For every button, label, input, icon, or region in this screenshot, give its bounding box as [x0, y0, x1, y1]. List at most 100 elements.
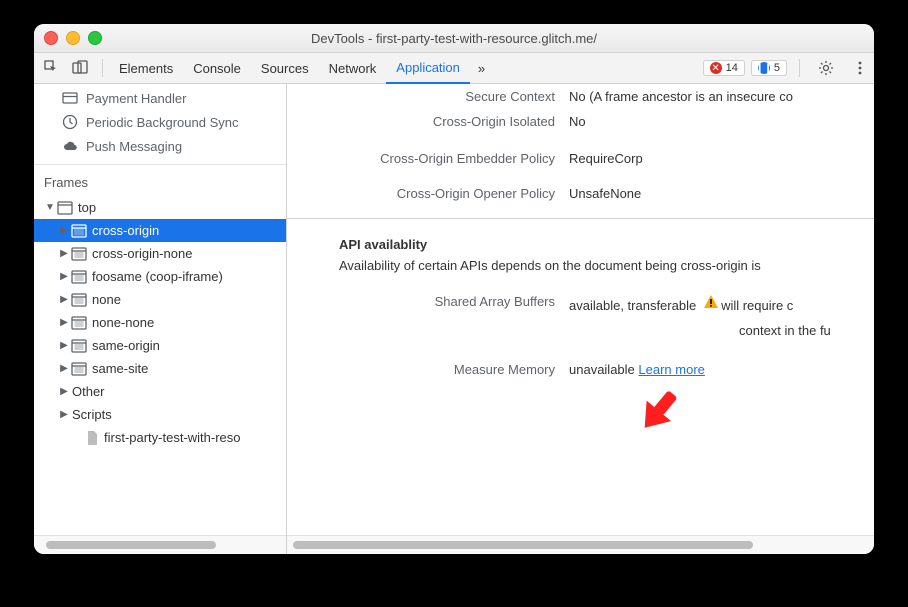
chevron-right-icon[interactable]: ▶ — [58, 340, 70, 351]
inspect-element-icon[interactable] — [40, 56, 64, 80]
kv-cross-origin-isolated: Cross-Origin Isolated No — [287, 109, 874, 134]
frames-heading: Frames — [34, 164, 286, 196]
main-scrollbar[interactable] — [287, 535, 874, 554]
toggle-device-icon[interactable] — [68, 56, 92, 80]
kv-value: unavailable Learn more — [569, 362, 874, 377]
message-icon: ❙❙ — [758, 62, 770, 74]
frame-icon — [72, 339, 86, 353]
messages-count: 5 — [774, 62, 780, 74]
sidebar-item-periodic-bg-sync[interactable]: Periodic Background Sync — [34, 110, 286, 134]
tree-label: same-origin — [92, 338, 160, 353]
kv-value: UnsafeNone — [569, 186, 874, 201]
chevron-right-icon[interactable]: ▶ — [58, 409, 70, 420]
kv-key: Cross-Origin Embedder Policy — [287, 151, 569, 166]
chevron-down-icon[interactable]: ▼ — [44, 202, 56, 213]
tree-label: cross-origin-none — [92, 246, 192, 261]
kv-value: No — [569, 114, 874, 129]
tab-console[interactable]: Console — [183, 53, 251, 83]
chevron-right-icon[interactable]: ▶ — [58, 317, 70, 328]
sidebar-item-label: Push Messaging — [86, 139, 182, 154]
api-section-desc: Availability of certain APIs depends on … — [287, 258, 874, 289]
tab-application[interactable]: Application — [386, 52, 470, 84]
sab-status: available, transferable — [569, 298, 696, 313]
tree-label: cross-origin — [92, 223, 159, 238]
sidebar-scrollbar[interactable] — [34, 535, 286, 554]
window-icon — [58, 201, 72, 215]
tab-elements[interactable]: Elements — [109, 53, 183, 83]
errors-count: 14 — [726, 62, 738, 74]
kv-key: Cross-Origin Isolated — [287, 114, 569, 129]
tree-label: same-site — [92, 361, 148, 376]
frame-icon — [72, 316, 86, 330]
settings-button[interactable] — [812, 60, 840, 76]
chevron-right-icon[interactable]: ▶ — [58, 271, 70, 282]
tree-label: top — [78, 200, 96, 215]
chevron-right-icon[interactable]: ▶ — [58, 294, 70, 305]
more-menu-button[interactable] — [846, 60, 874, 76]
tree-item-cross-origin[interactable]: ▶ cross-origin — [34, 219, 286, 242]
sidebar: Payment Handler Periodic Background Sync… — [34, 84, 287, 554]
warn-icon — [703, 294, 717, 308]
minimize-window-button[interactable] — [66, 31, 80, 45]
tab-sources[interactable]: Sources — [251, 53, 319, 83]
titlebar: DevTools - first-party-test-with-resourc… — [34, 24, 874, 53]
kv-value: RequireCorp — [569, 151, 874, 166]
tree-item-top[interactable]: ▼ top — [34, 196, 286, 219]
errors-badge[interactable]: ✕ 14 — [703, 60, 745, 76]
cloud-icon — [62, 138, 78, 154]
tree-item-same-origin[interactable]: ▶ same-origin — [34, 334, 286, 357]
messages-badge[interactable]: ❙❙ 5 — [751, 60, 787, 76]
tree-label: foosame (coop-iframe) — [92, 269, 223, 284]
kv-coop: Cross-Origin Opener Policy UnsafeNone — [287, 181, 874, 206]
chevron-right-icon[interactable]: ▶ — [58, 248, 70, 259]
frames-tree: ▼ top ▶ cross-origin ▶ cross-origin-none… — [34, 196, 286, 535]
tree-item-scripts[interactable]: ▶ Scripts — [34, 403, 286, 426]
sidebar-item-label: Payment Handler — [86, 91, 186, 106]
frame-icon — [72, 293, 86, 307]
kv-sab-continued: context in the fu — [287, 318, 874, 343]
kv-value: available, transferable will require c — [569, 294, 874, 313]
devtools-toolbar: Elements Console Sources Network Applica… — [34, 53, 874, 84]
kv-coep: Cross-Origin Embedder Policy RequireCorp — [287, 146, 874, 171]
close-window-button[interactable] — [44, 31, 58, 45]
devtools-window: DevTools - first-party-test-with-resourc… — [34, 24, 874, 554]
chevron-right-icon[interactable]: ▶ — [58, 225, 70, 236]
kv-measure-memory: Measure Memory unavailable Learn more — [287, 357, 874, 382]
tree-item-none[interactable]: ▶ none — [34, 288, 286, 311]
kv-key: Measure Memory — [287, 362, 569, 377]
learn-more-link[interactable]: Learn more — [638, 362, 704, 377]
frame-icon — [72, 270, 86, 284]
kv-key: Cross-Origin Opener Policy — [287, 186, 569, 201]
error-icon: ✕ — [710, 62, 722, 74]
mm-status: unavailable — [569, 362, 635, 377]
sidebar-item-payment-handler[interactable]: Payment Handler — [34, 86, 286, 110]
kv-blank — [287, 323, 569, 338]
tree-item-script-leaf[interactable]: first-party-test-with-reso — [34, 426, 286, 449]
tree-label: first-party-test-with-reso — [104, 430, 241, 445]
kv-value: No (A frame ancestor is an insecure co — [569, 89, 874, 104]
api-section-title: API availablity — [287, 237, 874, 258]
tree-label: none — [92, 292, 121, 307]
tree-item-none-none[interactable]: ▶ none-none — [34, 311, 286, 334]
tabs-overflow[interactable]: » — [470, 53, 493, 83]
sab-warning: will require c — [721, 298, 793, 313]
tab-network[interactable]: Network — [319, 53, 387, 83]
tree-item-cross-origin-none[interactable]: ▶ cross-origin-none — [34, 242, 286, 265]
tree-item-foosame[interactable]: ▶ foosame (coop-iframe) — [34, 265, 286, 288]
tree-item-other[interactable]: ▶ Other — [34, 380, 286, 403]
chevron-right-icon[interactable]: ▶ — [58, 386, 70, 397]
tree-label: Other — [72, 384, 105, 399]
zoom-window-button[interactable] — [88, 31, 102, 45]
card-icon — [62, 90, 78, 106]
main-pane: Secure Context No (A frame ancestor is a… — [287, 84, 874, 554]
chevron-right-icon[interactable]: ▶ — [58, 363, 70, 374]
sidebar-item-push-messaging[interactable]: Push Messaging — [34, 134, 286, 158]
clock-icon — [62, 114, 78, 130]
kv-secure-context: Secure Context No (A frame ancestor is a… — [287, 84, 874, 109]
frame-icon — [72, 224, 86, 238]
tree-label: Scripts — [72, 407, 112, 422]
separator — [799, 59, 800, 77]
tree-item-same-site[interactable]: ▶ same-site — [34, 357, 286, 380]
kv-key: Secure Context — [287, 89, 569, 104]
kv-shared-array-buffers: Shared Array Buffers available, transfer… — [287, 289, 874, 318]
